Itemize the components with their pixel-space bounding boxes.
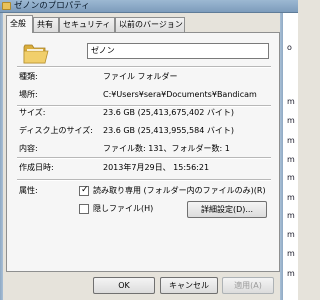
background-text: m <box>287 97 295 106</box>
tab-sharing[interactable]: 共有 <box>33 17 59 32</box>
background-text: m <box>287 155 295 164</box>
tab-bar: 全般 共有 セキュリティ 以前のバージョン <box>6 15 280 33</box>
title-bar[interactable]: ゼノンのプロパティ <box>0 0 298 13</box>
advanced-button[interactable]: 詳細設定(D)... <box>187 201 267 218</box>
location-value: C:¥Users¥sera¥Documents¥Bandicam <box>103 90 257 99</box>
background-text: m <box>287 136 295 145</box>
created-label: 作成日時: <box>19 163 54 172</box>
folder-icon <box>2 2 11 10</box>
tab-label: 全般 <box>10 19 26 28</box>
background-text: o <box>287 43 292 52</box>
hidden-label: 隠しファイル(H) <box>93 204 154 213</box>
type-value: ファイル フォルダー <box>103 72 178 81</box>
background-window: o m m m m m m m m m m <box>283 13 298 300</box>
background-text: m <box>287 173 295 182</box>
background-text: m <box>287 230 295 239</box>
contents-label: 内容: <box>19 144 38 153</box>
background-text: m <box>287 193 295 202</box>
contents-value: ファイル数: 131、フォルダー数: 1 <box>103 144 230 153</box>
readonly-checkbox[interactable]: ✓ <box>79 185 89 196</box>
folder-icon <box>23 44 49 64</box>
cancel-button[interactable]: キャンセル <box>160 277 218 294</box>
created-value: 2013年7月29日、 15:56:21 <box>103 163 210 172</box>
attributes-label: 属性: <box>19 186 38 195</box>
background-text: m <box>287 249 295 258</box>
tab-label: 以前のバージョン <box>119 20 183 29</box>
window-frame-left <box>0 13 3 300</box>
readonly-label: 読み取り専用 (フォルダー内のファイルのみ)(R) <box>93 186 266 195</box>
folder-name-input[interactable]: ゼノン <box>87 43 269 59</box>
tab-label: セキュリティ <box>63 20 111 29</box>
general-panel: ゼノン 種類: ファイル フォルダー 場所: C:¥Users¥sera¥Doc… <box>6 32 280 272</box>
size-value: 23.6 GB (25,413,675,402 バイト) <box>103 108 234 117</box>
background-text: m <box>287 269 295 278</box>
size-on-disk-label: ディスク上のサイズ: <box>19 126 93 135</box>
separator <box>17 105 271 107</box>
location-label: 場所: <box>19 90 38 99</box>
background-text: m <box>287 116 295 125</box>
background-text: m <box>287 211 295 220</box>
separator <box>17 66 271 68</box>
separator <box>17 157 271 159</box>
type-label: 種類: <box>19 72 38 81</box>
ok-button[interactable]: OK <box>93 277 155 294</box>
checkmark-icon: ✓ <box>81 185 89 195</box>
hidden-checkbox[interactable] <box>79 204 89 214</box>
apply-button[interactable]: 適用(A) <box>222 277 274 294</box>
tab-security[interactable]: セキュリティ <box>59 17 115 32</box>
window-title: ゼノンのプロパティ <box>14 1 90 11</box>
tab-previous-versions[interactable]: 以前のバージョン <box>115 17 185 32</box>
tab-general[interactable]: 全般 <box>6 15 33 33</box>
separator <box>17 179 271 181</box>
size-on-disk-value: 23.6 GB (25,413,955,584 バイト) <box>103 126 234 135</box>
size-label: サイズ: <box>19 108 46 117</box>
tab-label: 共有 <box>37 20 53 29</box>
